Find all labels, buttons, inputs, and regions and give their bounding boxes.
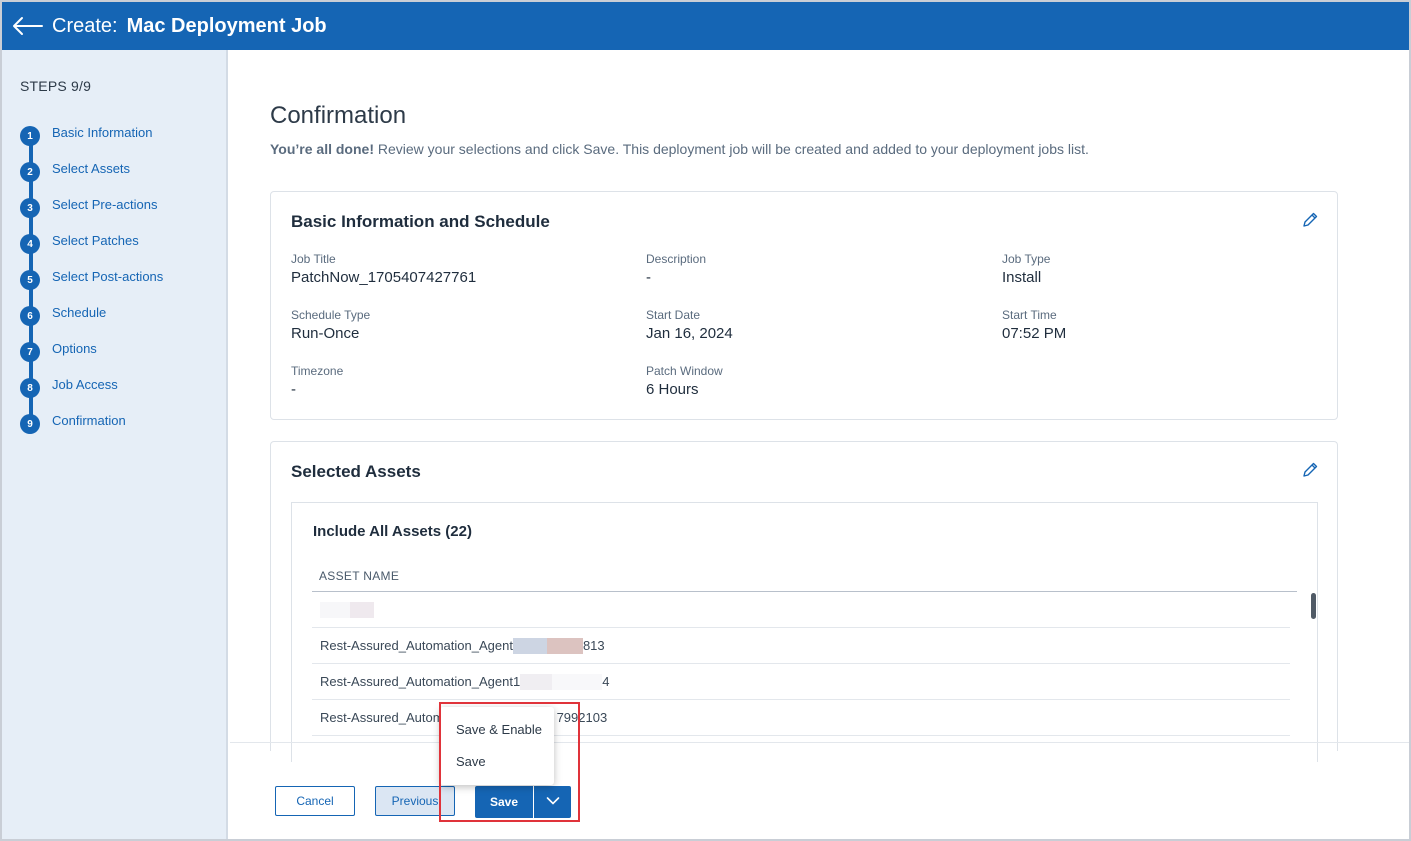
step-label: Confirmation: [52, 412, 126, 428]
step-label: Select Assets: [52, 160, 131, 176]
asset-name-prefix: Rest-Assured_Automation_Agent1: [320, 674, 521, 689]
table-row[interactable]: Rest-Assured_Automation_Agent 813: [312, 628, 1290, 664]
redacted-block: [520, 673, 553, 690]
main-content: Confirmation You’re all done! Review you…: [230, 50, 1409, 839]
field-label: Patch Window: [646, 364, 723, 378]
steps-counter: STEPS 9/9: [20, 78, 92, 94]
field-value: PatchNow_1705407427761: [291, 269, 477, 286]
field-value: Jan 16, 2024: [646, 325, 733, 342]
asset-name-suffix: 4: [602, 674, 610, 689]
field-timezone: Timezone -: [291, 364, 343, 398]
previous-button[interactable]: Previous: [375, 786, 455, 816]
table-row[interactable]: [312, 592, 1290, 628]
step-label: Schedule: [52, 304, 107, 320]
step-job-access[interactable]: 8 Job Access: [20, 376, 118, 398]
field-start-date: Start Date Jan 16, 2024: [646, 308, 733, 342]
redacted-block: [350, 601, 374, 618]
step-number: 3: [20, 198, 40, 218]
step-schedule[interactable]: 6 Schedule: [20, 304, 107, 326]
card-title: Basic Information and Schedule: [291, 212, 550, 231]
step-number: 8: [20, 378, 40, 398]
page-title-prefix: Create:: [52, 14, 118, 37]
field-label: Start Date: [646, 308, 701, 322]
table-row[interactable]: Rest-Assured_Automation_Agent1 4: [312, 664, 1290, 700]
step-number: 4: [20, 234, 40, 254]
step-number: 6: [20, 306, 40, 326]
step-label: Options: [52, 340, 97, 356]
app-window: Create: Mac Deployment Job STEPS 9/9 1 Ba…: [0, 0, 1411, 841]
column-header-asset-name[interactable]: ASSET NAME: [319, 569, 399, 583]
basic-info-card: Basic Information and Schedule Job Title…: [270, 191, 1338, 420]
back-arrow-icon[interactable]: [12, 14, 46, 38]
field-value: 07:52 PM: [1002, 325, 1067, 342]
edit-pencil-icon[interactable]: [1301, 461, 1319, 479]
step-select-assets[interactable]: 2 Select Assets: [20, 160, 131, 182]
redacted-block: [552, 673, 603, 690]
field-label: Job Title: [291, 252, 336, 266]
field-label: Job Type: [1002, 252, 1051, 266]
step-number: 9: [20, 414, 40, 434]
field-value: Run-Once: [291, 325, 360, 342]
cancel-button[interactable]: Cancel: [275, 786, 355, 816]
save-options-dropdown-button[interactable]: [534, 786, 571, 818]
field-job-title: Job Title PatchNow_1705407427761: [291, 252, 476, 286]
card-title: Selected Assets: [291, 462, 421, 481]
field-patch-window: Patch Window 6 Hours: [646, 364, 723, 398]
redacted-block: [546, 637, 583, 654]
field-label: Start Time: [1002, 308, 1057, 322]
field-value: -: [291, 381, 296, 398]
step-options[interactable]: 7 Options: [20, 340, 97, 362]
section-subtitle: You’re all done! Review your selections …: [270, 141, 1089, 157]
step-select-pre-actions[interactable]: 3 Select Pre-actions: [20, 196, 158, 218]
field-value: -: [646, 269, 651, 286]
step-select-post-actions[interactable]: 5 Select Post-actions: [20, 268, 164, 290]
step-select-patches[interactable]: 4 Select Patches: [20, 232, 139, 254]
redacted-block: [320, 601, 350, 618]
selected-assets-card: Selected Assets Include All Assets (22) …: [270, 441, 1338, 762]
menu-item-save[interactable]: Save: [456, 754, 486, 769]
chevron-down-icon: [546, 795, 560, 809]
edit-pencil-icon[interactable]: [1301, 211, 1319, 229]
asset-name-prefix: Rest-Assured_Automation_Agent: [320, 638, 513, 653]
step-number: 7: [20, 342, 40, 362]
step-label: Select Post-actions: [52, 268, 164, 284]
steps-sidebar: STEPS 9/9 1 Basic Information 2 Select Ass…: [2, 50, 228, 839]
field-description: Description -: [646, 252, 706, 286]
step-label: Select Patches: [52, 232, 139, 248]
step-label: Select Pre-actions: [52, 196, 158, 212]
field-value: 6 Hours: [646, 381, 699, 398]
field-label: Description: [646, 252, 707, 266]
table-scrollbar[interactable]: [1311, 593, 1316, 619]
save-options-menu: Save & Enable Save: [440, 707, 554, 785]
footer-divider: [230, 742, 1409, 743]
step-basic-information[interactable]: 1 Basic Information: [20, 124, 153, 146]
menu-item-save-enable[interactable]: Save & Enable: [456, 722, 542, 737]
section-title: Confirmation: [270, 102, 407, 129]
redacted-block: [512, 637, 547, 654]
asset-name-prefix: Rest-Assured_Autom: [320, 710, 444, 725]
save-button[interactable]: Save: [475, 786, 533, 818]
field-job-type: Job Type Install: [1002, 252, 1050, 286]
step-number: 5: [20, 270, 40, 290]
step-confirmation[interactable]: 9 Confirmation: [20, 412, 126, 434]
field-start-time: Start Time 07:52 PM: [1002, 308, 1066, 342]
field-label: Timezone: [291, 364, 344, 378]
step-label: Job Access: [52, 376, 118, 392]
step-number: 2: [20, 162, 40, 182]
asset-name-suffix: 813: [582, 638, 605, 653]
field-value: Install: [1002, 269, 1042, 286]
step-number: 1: [20, 126, 40, 146]
header-bar: Create: Mac Deployment Job: [2, 2, 1409, 50]
asset-name-suffix: 7992103: [556, 710, 608, 725]
subtitle-emphasis: You’re all done!: [270, 141, 374, 157]
step-label: Basic Information: [52, 124, 153, 140]
subtitle-text: Review your selections and click Save. T…: [373, 141, 1089, 157]
page-title-main: Mac Deployment Job: [126, 14, 327, 37]
field-label: Schedule Type: [291, 308, 371, 322]
field-schedule-type: Schedule Type Run-Once: [291, 308, 370, 342]
include-assets-label: Include All Assets (22): [313, 523, 472, 540]
